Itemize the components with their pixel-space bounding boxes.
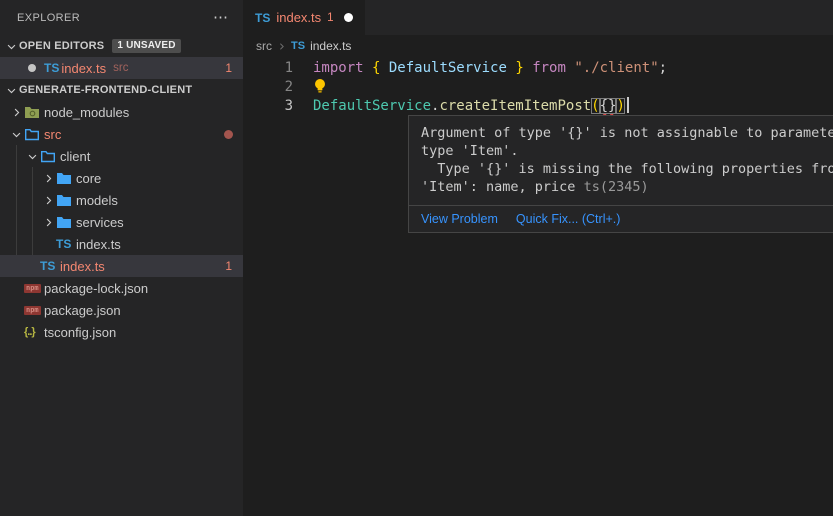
tab-bar: TS index.ts 1 (243, 0, 833, 35)
file-tree: node_modules src (0, 101, 243, 343)
tree-item-package-lock-json[interactable]: npm package-lock.json (0, 277, 243, 299)
tree-item-core[interactable]: core (0, 167, 243, 189)
error-code: ts(2345) (584, 179, 649, 195)
quick-fix-link[interactable]: Quick Fix... (Ctrl+.) (516, 212, 621, 226)
tree-item-tsconfig-json[interactable]: {..} tsconfig.json (0, 321, 243, 343)
code-editor: 1 import { DefaultService } from "./clie… (243, 57, 833, 116)
more-actions-icon[interactable]: ⋯ (213, 13, 229, 23)
chevron-down-icon (24, 151, 40, 162)
editor-area: TS index.ts 1 src TS index.ts 1 import {… (243, 0, 833, 516)
chevron-right-icon (40, 195, 56, 206)
open-editor-file-name: index.ts (61, 61, 106, 76)
chevron-right-icon (277, 42, 286, 51)
npm-icon: npm (24, 306, 41, 315)
tree-item-node-modules[interactable]: node_modules (0, 101, 243, 123)
folder-icon (56, 194, 74, 207)
tree-item-models[interactable]: models (0, 189, 243, 211)
chevron-down-icon (3, 85, 19, 96)
error-hover-tooltip: Argument of type '{}' is not assignable … (408, 115, 833, 233)
breadcrumb-file[interactable]: index.ts (310, 39, 351, 53)
folder-icon (56, 216, 74, 229)
hover-actions-bar: View Problem Quick Fix... (Ctrl+.) (409, 205, 833, 232)
error-count-badge: 1 (225, 61, 232, 75)
tree-item-client[interactable]: client (0, 145, 243, 167)
error-count-badge: 1 (225, 259, 232, 273)
typescript-icon: TS (255, 11, 270, 25)
breadcrumb: src TS index.ts (243, 35, 833, 57)
code-line-3[interactable]: 3 DefaultService.createItemItemPost({}) (243, 97, 833, 116)
lightbulb-icon[interactable] (313, 78, 327, 94)
chevron-down-icon (3, 41, 19, 52)
view-problem-link[interactable]: View Problem (421, 212, 498, 226)
folder-open-icon (24, 128, 42, 141)
tab-error-count: 1 (327, 12, 333, 24)
typescript-icon: TS (291, 40, 305, 52)
tree-item-services[interactable]: services (0, 211, 243, 233)
workspace-label: GENERATE-FRONTEND-CLIENT (19, 84, 192, 96)
workspace-header[interactable]: GENERATE-FRONTEND-CLIENT (0, 79, 243, 101)
braces-icon: {..} (24, 326, 35, 338)
code-line-2[interactable]: 2 (243, 78, 833, 97)
typescript-icon: TS (44, 61, 59, 75)
open-editor-file-path: src (113, 62, 128, 74)
folder-open-icon (40, 150, 58, 163)
vscode-window: EXPLORER ⋯ OPEN EDITORS 1 UNSAVED TS ind… (0, 0, 833, 516)
unsaved-badge: 1 UNSAVED (112, 39, 180, 53)
tree-item-client-index-ts[interactable]: TS index.ts (0, 233, 243, 255)
open-editors-label: OPEN EDITORS (19, 40, 104, 52)
tree-item-package-json[interactable]: npm package.json (0, 299, 243, 321)
error-message: Argument of type '{}' is not assignable … (409, 116, 833, 205)
explorer-pane-header: EXPLORER ⋯ (0, 0, 243, 35)
error-dot-icon (224, 130, 233, 139)
typescript-icon: TS (56, 237, 71, 251)
tree-item-src[interactable]: src (0, 123, 243, 145)
text-cursor (627, 97, 629, 113)
pane-title: EXPLORER (17, 12, 80, 24)
modified-dot-icon (28, 64, 36, 72)
open-editors-header[interactable]: OPEN EDITORS 1 UNSAVED (0, 35, 243, 57)
npm-icon: npm (24, 284, 41, 293)
breadcrumb-folder[interactable]: src (256, 39, 272, 53)
tree-item-src-index-ts[interactable]: TS index.ts 1 (0, 255, 243, 277)
chevron-right-icon (8, 107, 24, 118)
modified-dot-icon[interactable] (344, 13, 353, 22)
typescript-icon: TS (40, 259, 55, 273)
explorer-sidebar: EXPLORER ⋯ OPEN EDITORS 1 UNSAVED TS ind… (0, 0, 243, 516)
open-editor-item-index-ts[interactable]: TS index.ts src 1 (0, 57, 243, 79)
node-modules-folder-icon (24, 106, 42, 119)
folder-icon (56, 172, 74, 185)
chevron-down-icon (8, 129, 24, 140)
chevron-right-icon (40, 173, 56, 184)
chevron-right-icon (40, 217, 56, 228)
code-line-1[interactable]: 1 import { DefaultService } from "./clie… (243, 59, 833, 78)
tab-index-ts[interactable]: TS index.ts 1 (243, 0, 365, 35)
tab-label: index.ts (276, 10, 321, 25)
